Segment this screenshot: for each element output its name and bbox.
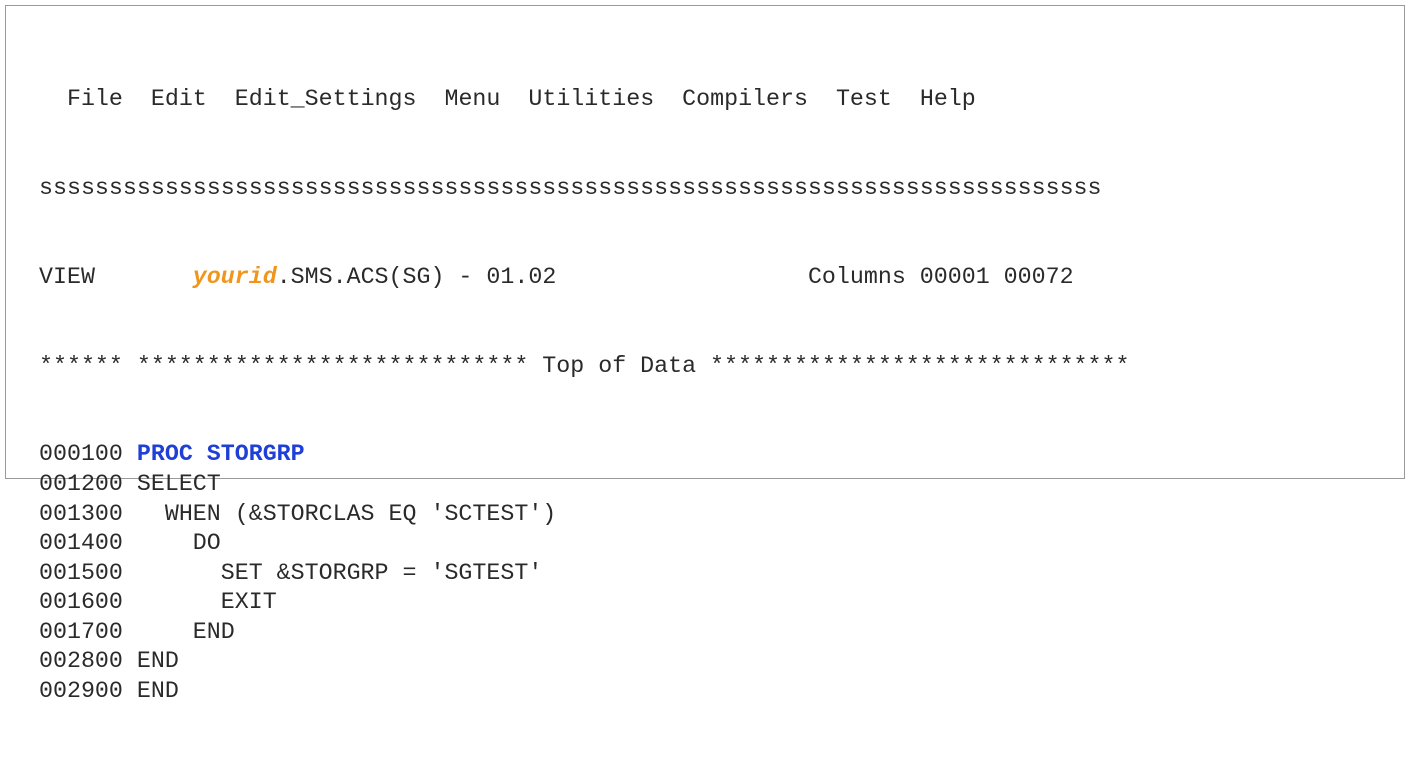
dataset-name: .SMS.ACS(SG) - 01.02 bbox=[276, 263, 557, 290]
menu-edit[interactable]: Edit bbox=[151, 86, 207, 112]
line-text[interactable]: SET &STORGRP = 'SGTEST' bbox=[137, 560, 543, 586]
code-line[interactable]: 001200 SELECT bbox=[39, 470, 1129, 500]
line-number[interactable]: 001200 bbox=[39, 471, 123, 497]
line-text[interactable]: SELECT bbox=[137, 471, 221, 497]
menu-help[interactable]: Help bbox=[920, 86, 976, 112]
line-text[interactable]: END bbox=[137, 648, 179, 674]
line-number[interactable]: 001700 bbox=[39, 619, 123, 645]
code-lines: 000100 PROC STORGRP 001200 SELECT 001300 W… bbox=[39, 440, 1129, 706]
menu-separator: ssssssssssssssssssssssssssssssssssssssss… bbox=[39, 174, 1102, 201]
line-text[interactable]: PROC STORGRP bbox=[137, 441, 305, 467]
line-text[interactable]: WHEN (&STORCLAS EQ 'SCTEST') bbox=[137, 501, 556, 527]
columns-indicator: Columns 00001 00072 bbox=[807, 263, 1074, 290]
ispf-edit-window: File Edit Edit_Settings Menu Utilities C… bbox=[5, 5, 1405, 704]
line-number[interactable]: 001600 bbox=[39, 589, 123, 615]
header-line: VIEW yourid.SMS.ACS(SG) - 01.02 Columns … bbox=[39, 263, 1129, 293]
menu-file[interactable]: File bbox=[67, 86, 123, 112]
code-line[interactable]: 002800 END bbox=[39, 647, 1129, 677]
line-number[interactable]: 002800 bbox=[39, 648, 123, 674]
line-text[interactable]: END bbox=[137, 678, 179, 704]
menu-bar: File Edit Edit_Settings Menu Utilities C… bbox=[39, 85, 1129, 115]
menu-compilers[interactable]: Compilers bbox=[682, 86, 808, 112]
code-line[interactable]: 001500 SET &STORGRP = 'SGTEST' bbox=[39, 559, 1129, 589]
code-line[interactable]: 001700 END bbox=[39, 618, 1129, 648]
line-text[interactable]: END bbox=[137, 619, 235, 645]
line-number[interactable]: 000100 bbox=[39, 441, 123, 467]
dataset-variable: yourid bbox=[192, 263, 277, 290]
code-line[interactable]: 001400 DO bbox=[39, 529, 1129, 559]
code-line[interactable]: 000100 PROC STORGRP bbox=[39, 440, 1129, 470]
menu-menu[interactable]: Menu bbox=[444, 86, 500, 112]
code-line[interactable]: 001300 WHEN (&STORCLAS EQ 'SCTEST') bbox=[39, 500, 1129, 530]
line-text[interactable]: DO bbox=[137, 530, 221, 556]
line-text[interactable]: EXIT bbox=[137, 589, 277, 615]
top-of-data-marker: ****** **************************** Top … bbox=[39, 352, 1130, 379]
line-number[interactable]: 001300 bbox=[39, 501, 123, 527]
menu-utilities[interactable]: Utilities bbox=[528, 86, 654, 112]
mode-label: VIEW bbox=[39, 263, 95, 290]
code-line[interactable]: 002900 END bbox=[39, 677, 1129, 707]
menu-test[interactable]: Test bbox=[836, 86, 892, 112]
code-line[interactable]: 001600 EXIT bbox=[39, 588, 1129, 618]
line-number[interactable]: 001500 bbox=[39, 560, 123, 586]
line-number[interactable]: 001400 bbox=[39, 530, 123, 556]
line-number[interactable]: 002900 bbox=[39, 678, 123, 704]
menu-edit-settings[interactable]: Edit_Settings bbox=[235, 86, 417, 112]
terminal-screen: File Edit Edit_Settings Menu Utilities C… bbox=[39, 26, 1129, 766]
